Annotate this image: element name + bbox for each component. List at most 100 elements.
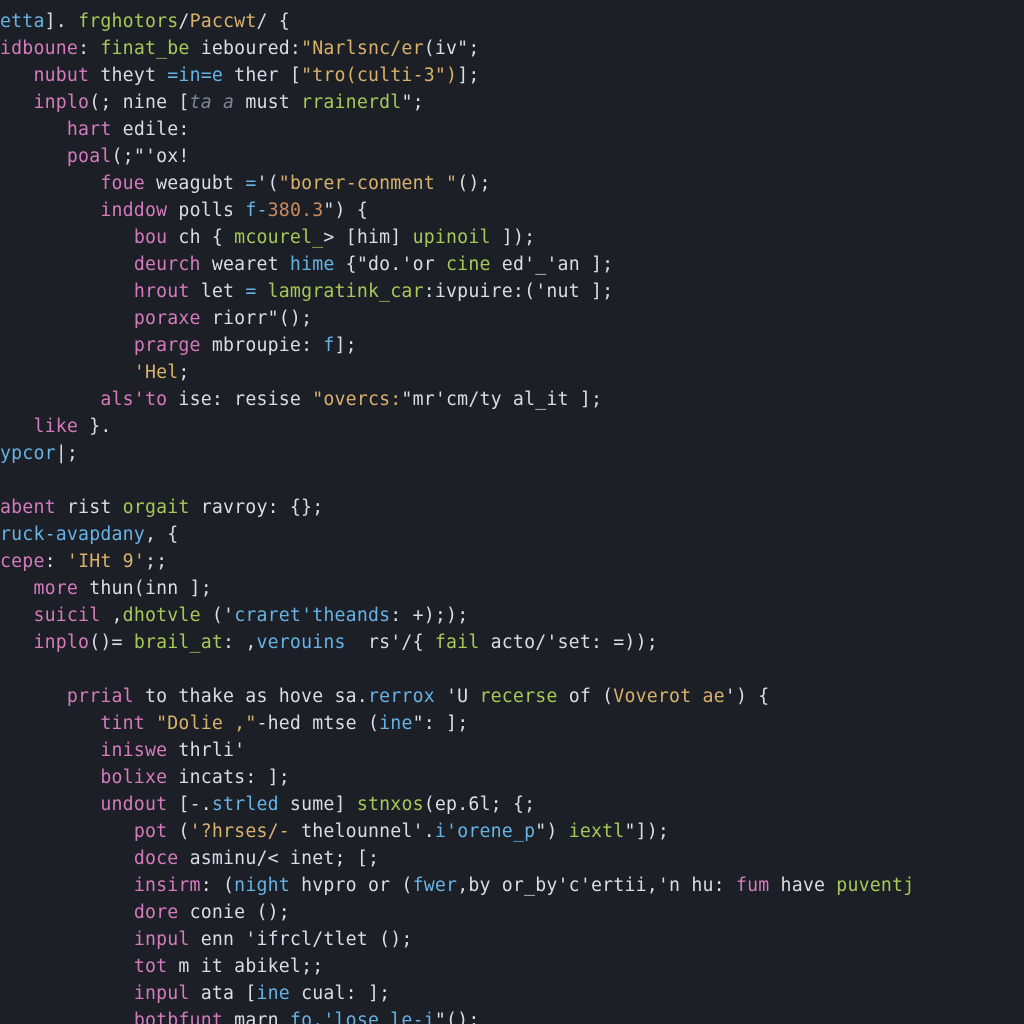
code-line: bou ch { mcourel_> [him] upinoil ]); [0, 227, 535, 248]
code-token: tot [134, 956, 167, 977]
code-token: : ( [201, 875, 234, 896]
code-token: dore [134, 902, 179, 923]
code-token: inplo [33, 632, 89, 653]
code-line: botbfunt marn fo.'lose_le-i"(); [0, 1010, 479, 1024]
code-token: weagubt [145, 173, 245, 194]
code-line: ypcor|; [0, 443, 78, 464]
code-token: ieboured: [190, 38, 302, 59]
code-token: brail_at [134, 632, 223, 653]
code-line: insirm: (night hvpro or (fwer,by or_by'c… [0, 875, 914, 896]
code-token: enn 'ifrcl/tlet (); [190, 929, 413, 950]
code-token: [-. [167, 794, 212, 815]
code-token: rerrox [368, 686, 435, 707]
code-token: iniswe [100, 740, 167, 761]
code-token: tint [100, 713, 145, 734]
code-token: puventj [836, 875, 914, 896]
code-token: frghotors [78, 11, 178, 32]
code-token: botbfunt [134, 1010, 223, 1024]
code-token: ther [ [223, 65, 301, 86]
code-token: dhotvle [123, 605, 201, 626]
code-token: (' [201, 605, 234, 626]
code-line: tint "Dolie ,"-hed mtse (ine": ]; [0, 713, 468, 734]
code-token: inpul [134, 929, 190, 950]
code-token: ravroy: {}; [190, 497, 324, 518]
code-token: prarge [134, 335, 201, 356]
code-line: hart edile: [0, 119, 190, 140]
code-editor[interactable]: etta]. frghotors/Paccwt/ { idboune: fina… [0, 0, 1024, 1024]
code-token: ]; [335, 335, 357, 356]
code-token: thun(inn ]; [78, 578, 212, 599]
code-token: : +);); [390, 605, 468, 626]
code-line: bolixe incats: ]; [0, 767, 290, 788]
code-line: more thun(inn ]; [0, 578, 212, 599]
code-token: ]; [457, 65, 479, 86]
code-token: : [78, 38, 100, 59]
code-token: :ivpuire:('nut ]; [424, 281, 614, 302]
code-token: Paccwt [190, 11, 257, 32]
code-token: fail [435, 632, 480, 653]
code-token: mbroupie: [201, 335, 324, 356]
code-token: fo.'lose_le-i [290, 1010, 435, 1024]
code-token: "]); [624, 821, 669, 842]
code-line: iniswe thrli' [0, 740, 245, 761]
code-line: inpul ata [ine cual: ]; [0, 983, 390, 1004]
code-token: ") { [323, 200, 368, 221]
code-token: -hed mtse ( [256, 713, 379, 734]
code-token: undout [100, 794, 167, 815]
code-line: prarge mbroupie: f]; [0, 335, 357, 356]
code-token: ata [ [190, 983, 257, 1004]
code-token: more [33, 578, 78, 599]
code-token: m it abikel;; [167, 956, 323, 977]
code-line: dore conie (); [0, 902, 290, 923]
code-token: ch { [167, 227, 234, 248]
code-token: ,by or_by'c'ertii,'n hu: [457, 875, 736, 896]
code-token: night [234, 875, 290, 896]
code-token: rrainerdl [301, 92, 401, 113]
code-line: cepe: 'IHt 9';; [0, 551, 167, 572]
code-token: , [100, 605, 122, 626]
code-token: ine [379, 713, 412, 734]
code-token: cual: ]; [290, 983, 390, 1004]
code-token: ; [178, 362, 189, 383]
code-line: als'to ise: resise "overcs:"mr'cm/ty al_… [0, 389, 602, 410]
code-token: polls [167, 200, 245, 221]
code-line: suicil ,dhotvle ('craret'theands: +);); [0, 605, 468, 626]
code-line: ruck-avapdany, { [0, 524, 178, 545]
code-token: let [190, 281, 246, 302]
code-token: (); [457, 173, 490, 194]
code-token: "mr'cm/ty al_it ]; [401, 389, 602, 410]
code-token: conie (); [178, 902, 290, 923]
code-token: ()= [89, 632, 134, 653]
code-token: '?hrses/- [190, 821, 290, 842]
code-token: hrout [134, 281, 190, 302]
code-line: nubut theyt =in=e ther ["tro(culti-3")]; [0, 65, 480, 86]
code-token: suicil [33, 605, 100, 626]
code-token: inddow [100, 200, 167, 221]
code-token: f [323, 335, 334, 356]
code-token: recerse [479, 686, 557, 707]
code-token: / { [256, 11, 289, 32]
code-token: (ep.6l; {; [424, 794, 536, 815]
code-token: "overcs: [312, 389, 401, 410]
code-token: = [245, 173, 256, 194]
code-token: etta [0, 11, 45, 32]
code-token: sume] [279, 794, 357, 815]
code-token: craret'theands [234, 605, 390, 626]
code-token: Voverot ae [613, 686, 725, 707]
code-token: 'IHt 9' [67, 551, 145, 572]
code-token: orgait [123, 497, 190, 518]
code-token: idboune [0, 38, 78, 59]
code-token: cine [446, 254, 491, 275]
code-token: nubut [33, 65, 89, 86]
code-line: inddow polls f-380.3") { [0, 200, 368, 221]
code-token: / [178, 11, 189, 32]
code-token: poraxe [134, 308, 201, 329]
code-token: hart [67, 119, 112, 140]
code-token: acto/'set: =)); [479, 632, 657, 653]
code-token: ruck-avapdany [0, 524, 145, 545]
code-token: upinoil [413, 227, 491, 248]
code-token: |; [56, 443, 78, 464]
code-token: lamgratink_car [268, 281, 424, 302]
code-token: : , [223, 632, 256, 653]
code-line: 'Hel; [0, 362, 190, 383]
